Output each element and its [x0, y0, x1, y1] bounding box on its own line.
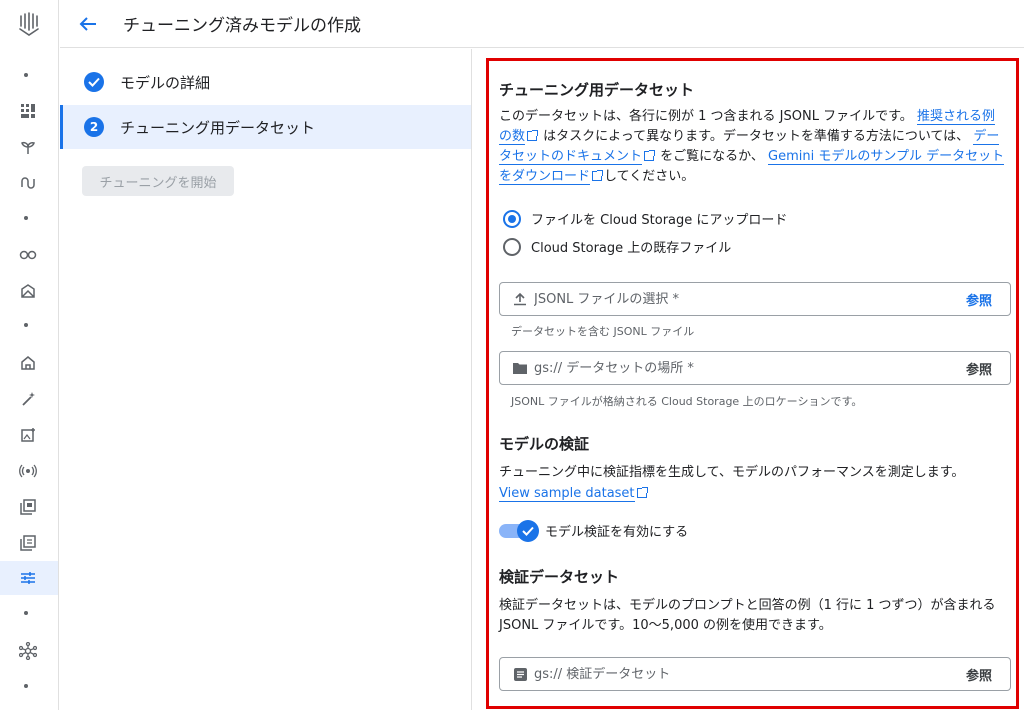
dataset-location-input[interactable] — [534, 360, 966, 376]
vertex-ai-logo-icon[interactable] — [15, 10, 43, 38]
external-link-icon — [592, 170, 604, 181]
radio-label: ファイルを Cloud Storage にアップロード — [531, 213, 788, 228]
jsonl-file-field[interactable]: 参照 — [499, 282, 1011, 316]
rail-separator — [24, 323, 28, 327]
library-icon[interactable] — [15, 496, 41, 518]
rail-separator — [24, 684, 28, 688]
infinity-icon[interactable] — [15, 244, 41, 266]
validation-sample-row: View sample dataset — [499, 484, 1007, 504]
view-sample-dataset-link[interactable]: View sample dataset — [499, 486, 635, 502]
folder-icon — [512, 360, 528, 376]
dataset-heading: チューニング用データセット — [499, 81, 695, 99]
radio-label: Cloud Storage 上の既存ファイル — [531, 241, 732, 256]
model-validation-toggle[interactable]: モデル検証を有効にする — [499, 519, 689, 542]
step-tuning-dataset[interactable]: 2 チューニング用データセット — [60, 105, 471, 149]
check-circle-icon — [84, 72, 104, 92]
rail-separator — [24, 611, 28, 615]
step-label: モデルの詳細 — [120, 73, 211, 92]
location-hint: JSONL ファイルが格納される Cloud Storage 上のロケーションで… — [511, 395, 863, 408]
validation-description: チューニング中に検証指標を生成して、モデルのパフォーマンスを測定します。 — [499, 465, 965, 480]
external-link-icon — [527, 130, 539, 141]
desc-text: をご覧になるか、 — [660, 149, 764, 164]
dataset-location-field[interactable]: 参照 — [499, 351, 1011, 385]
browse-validation-button[interactable]: 参照 — [966, 665, 992, 684]
dashboard-icon[interactable] — [15, 100, 41, 122]
jsonl-file-input[interactable] — [534, 291, 966, 307]
page-header: チューニング済みモデルの作成 — [60, 0, 1024, 48]
tune-icon[interactable] — [15, 567, 41, 589]
stepper: モデルの詳細 2 チューニング用データセット チューニングを開始 — [60, 49, 472, 710]
image-add-icon[interactable] — [15, 424, 41, 446]
step-label: チューニング用データセット — [120, 118, 316, 137]
validation-dataset-description: 検証データセットは、モデルのプロンプトと回答の例（1 行に 1 つずつ）が含まれ… — [499, 598, 996, 633]
pipeline-icon[interactable] — [15, 172, 41, 194]
sprout-icon[interactable] — [15, 136, 41, 158]
desc-text: このデータセットは、各行に例が 1 つ含まれる JSONL ファイルです。 — [499, 109, 913, 124]
left-nav-rail — [0, 0, 59, 710]
desc-text: はタスクによって異なります。データセットを準備する方法については、 — [543, 129, 970, 144]
toggle-label: モデル検証を有効にする — [545, 525, 689, 540]
browse-location-button[interactable]: 参照 — [966, 359, 992, 378]
broadcast-icon[interactable] — [15, 460, 41, 482]
validation-dataset-input[interactable] — [534, 666, 966, 682]
upload-hint: データセットを含む JSONL ファイル — [511, 325, 695, 338]
radio-unselected-icon — [503, 237, 521, 256]
validation-heading: モデルの検証 — [499, 435, 590, 453]
step-model-details[interactable]: モデルの詳細 — [60, 60, 471, 104]
back-arrow-icon[interactable] — [76, 12, 100, 36]
upload-icon — [512, 291, 528, 307]
start-tuning-button[interactable]: チューニングを開始 — [82, 166, 234, 196]
page-title: チューニング済みモデルの作成 — [123, 16, 361, 36]
network-hub-icon[interactable] — [15, 640, 41, 662]
magic-wand-icon[interactable] — [15, 388, 41, 410]
external-link-icon — [644, 150, 656, 161]
rail-separator — [24, 216, 28, 220]
radio-selected-icon — [503, 209, 521, 228]
desc-text: してください。 — [604, 169, 695, 184]
rail-separator — [24, 73, 28, 77]
external-link-icon — [636, 487, 648, 498]
toggle-check-icon — [517, 519, 539, 542]
notes-icon[interactable] — [15, 532, 41, 554]
radio-existing-file[interactable]: Cloud Storage 上の既存ファイル — [503, 237, 731, 256]
radio-upload-to-storage[interactable]: ファイルを Cloud Storage にアップロード — [503, 209, 787, 228]
model-garden-icon[interactable] — [15, 280, 41, 302]
browse-upload-button[interactable]: 参照 — [966, 290, 992, 309]
toggle-track — [499, 519, 539, 542]
document-icon — [512, 666, 528, 682]
tuning-dataset-panel: チューニング用データセット このデータセットは、各行に例が 1 つ含まれる JS… — [486, 58, 1019, 709]
dataset-description: このデータセットは、各行に例が 1 つ含まれる JSONL ファイルです。 推奨… — [499, 107, 1007, 187]
step-number: 2 — [84, 117, 104, 137]
validation-dataset-field[interactable]: 参照 — [499, 657, 1011, 691]
validation-dataset-heading: 検証データセット — [499, 568, 620, 586]
home-icon[interactable] — [15, 352, 41, 374]
